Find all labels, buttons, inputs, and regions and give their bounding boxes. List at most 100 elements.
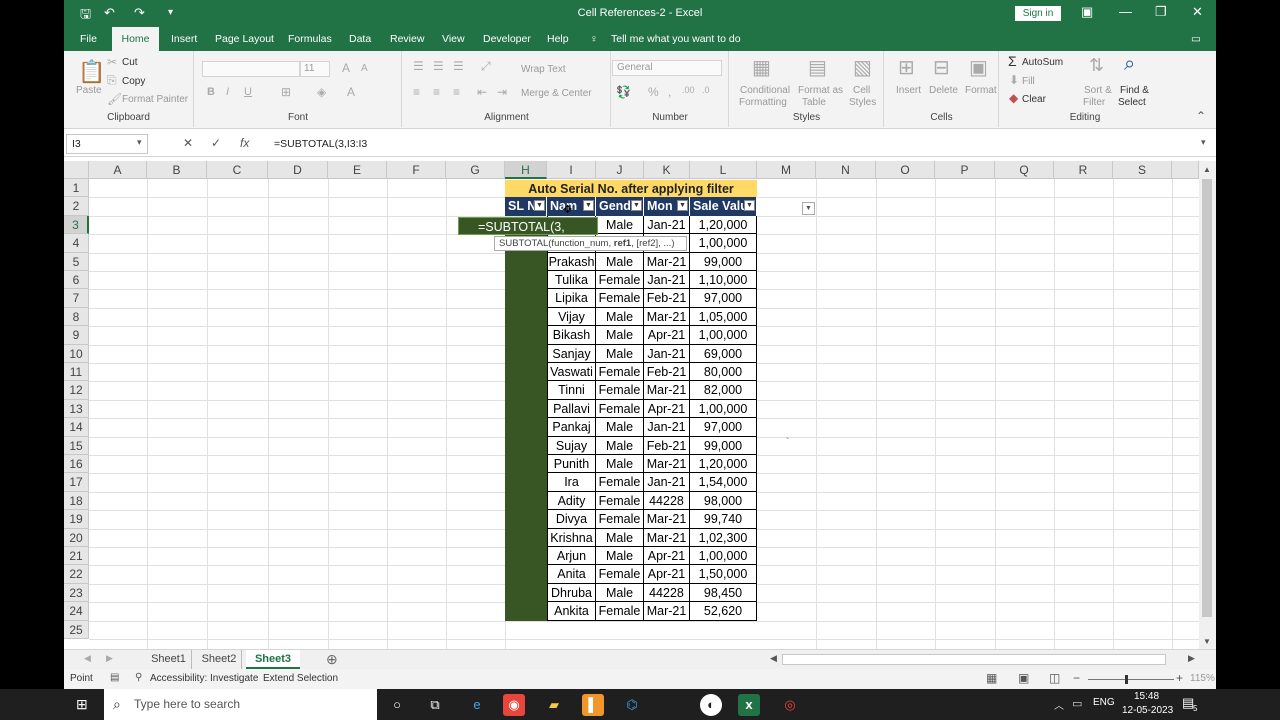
zoom-slider-thumb[interactable]	[1125, 675, 1128, 684]
table-cell[interactable]: 99,000	[690, 436, 757, 455]
row-header[interactable]: 2	[64, 197, 89, 216]
conditional-formatting-button-l1[interactable]: Conditional	[740, 85, 790, 96]
normal-view-icon[interactable]: ▦	[986, 671, 997, 685]
cell-styles-icon[interactable]: ▧	[853, 55, 872, 80]
table-cell[interactable]: Feb-21	[644, 363, 690, 382]
italic-icon[interactable]: I	[226, 86, 229, 98]
row-header[interactable]: 18	[64, 491, 89, 511]
conditional-formatting-button-l2[interactable]: Formatting	[739, 97, 787, 108]
table-cell[interactable]: Mar-21	[644, 602, 690, 621]
name-box-dropdown-icon[interactable]: ▾	[137, 137, 142, 148]
table-cell[interactable]: Ira	[547, 473, 596, 492]
sheet-tab-sheet2[interactable]: Sheet2	[197, 650, 242, 669]
insert-cells-icon[interactable]: ⊞	[898, 55, 915, 80]
percent-icon[interactable]: %	[648, 85, 659, 99]
find-select-l1[interactable]: Find &	[1120, 85, 1149, 96]
tab-help[interactable]: Help	[547, 33, 569, 45]
header-sl-no[interactable]: SL N ▼	[505, 197, 547, 216]
table-cell[interactable]: Tulika	[547, 271, 596, 290]
table-cell[interactable]: 97,000	[690, 418, 757, 437]
format-as-table-l2[interactable]: Table	[802, 97, 826, 108]
expand-formula-bar-icon[interactable]: ▾	[1201, 137, 1206, 148]
row-header[interactable]: 17	[64, 473, 89, 492]
increase-decimal-icon[interactable]: .00	[682, 85, 695, 95]
format-as-table-l1[interactable]: Format as	[798, 85, 843, 96]
row-header[interactable]: 8	[64, 307, 89, 327]
table-cell[interactable]: 98,450	[690, 583, 757, 603]
table-cell[interactable]: 1,50,000	[690, 565, 757, 584]
merge-center-button[interactable]: Merge & Center	[521, 88, 592, 99]
table-cell[interactable]: Mar-21	[644, 528, 690, 547]
tab-formulas[interactable]: Formulas	[288, 33, 332, 45]
clear-button[interactable]: Clear	[1022, 94, 1046, 105]
app-icon[interactable]: ▌	[582, 694, 604, 716]
page-break-view-icon[interactable]: ◫	[1049, 671, 1060, 685]
row-header[interactable]: 4	[64, 234, 89, 253]
table-cell[interactable]: Female	[596, 473, 644, 492]
table-cell[interactable]: Punith	[547, 455, 596, 474]
col-header-i[interactable]: I	[547, 161, 596, 179]
tell-me-search[interactable]: Tell me what you want to do	[611, 33, 741, 45]
header-month[interactable]: Mon ▼	[644, 197, 690, 216]
edge-icon[interactable]: e	[466, 694, 488, 716]
tab-view[interactable]: View	[442, 33, 465, 45]
table-cell[interactable]: Feb-21	[644, 436, 690, 455]
row-header[interactable]: 24	[64, 602, 89, 621]
zoom-level[interactable]: 115%	[1190, 673, 1215, 684]
col-header-c[interactable]: C	[207, 161, 268, 179]
currency-icon[interactable]: 💱	[616, 85, 631, 99]
col-header-s[interactable]: S	[1113, 161, 1172, 179]
zoom-in-icon[interactable]: +	[1176, 671, 1183, 685]
row-header[interactable]: 19	[64, 510, 89, 529]
filter-dropdown-icon[interactable]: ▼	[534, 200, 545, 212]
table-cell[interactable]: 1,00,000	[690, 326, 757, 345]
table-cell[interactable]: Jan-21	[644, 473, 690, 492]
clock-time[interactable]: 15:48	[1134, 691, 1159, 702]
row-header[interactable]: 11	[64, 363, 89, 382]
wrap-text-button[interactable]: Wrap Text	[521, 64, 566, 75]
row-header[interactable]: 9	[64, 326, 89, 345]
table-cell[interactable]: Male	[596, 436, 644, 455]
table-cell[interactable]: Prakash	[547, 252, 596, 271]
vertical-scroll-thumb[interactable]	[1202, 179, 1212, 617]
in-cell-editor[interactable]: =SUBTOTAL(3,	[458, 217, 598, 235]
windows-start-icon[interactable]: ⊞	[76, 696, 88, 713]
name-box[interactable]: I3	[66, 134, 148, 154]
filter-dropdown-icon[interactable]: ▼	[677, 200, 688, 212]
prev-sheet-icon[interactable]: ◀	[84, 653, 91, 664]
ribbon-display-icon[interactable]: ▣	[1081, 4, 1093, 20]
table-cell[interactable]: 1,20,000	[690, 215, 757, 235]
tab-page-layout[interactable]: Page Layout	[215, 33, 274, 45]
row-header[interactable]: 22	[64, 565, 89, 584]
table-cell[interactable]: Sanjay	[547, 344, 596, 363]
table-cell[interactable]: 1,05,000	[690, 307, 757, 327]
zoom-slider[interactable]	[1088, 679, 1174, 680]
font-size-box[interactable]: 11	[300, 61, 330, 77]
accessibility-status[interactable]: Accessibility: Investigate	[150, 673, 258, 684]
chrome-icon[interactable]: ◉	[503, 694, 525, 716]
comma-icon[interactable]: ,	[668, 85, 671, 99]
comments-icon[interactable]: ▭	[1191, 33, 1201, 45]
table-cell[interactable]: 44228	[644, 491, 690, 511]
format-as-table-icon[interactable]: ▤	[808, 55, 827, 80]
table-cell[interactable]: Sujay	[547, 436, 596, 455]
header-gender[interactable]: Gend ▼	[596, 197, 644, 216]
table-cell[interactable]: 1,00,000	[690, 234, 757, 253]
center-icon[interactable]: ≡	[433, 85, 440, 99]
table-cell[interactable]: Apr-21	[644, 326, 690, 345]
table-cell[interactable]: Bikash	[547, 326, 596, 345]
recorder-icon[interactable]: ◎	[779, 694, 801, 716]
table-cell[interactable]: Male	[596, 528, 644, 547]
borders-icon[interactable]: ⊞	[281, 85, 291, 99]
collapse-ribbon-icon[interactable]: ⌃	[1196, 109, 1206, 123]
sort-filter-l1[interactable]: Sort &	[1084, 85, 1112, 96]
conditional-formatting-icon[interactable]: ▦	[752, 55, 771, 80]
sheet-tab-sheet1[interactable]: Sheet1	[146, 650, 192, 669]
table-cell[interactable]: 1,00,000	[690, 399, 757, 419]
delete-cells-icon[interactable]: ⊟	[933, 55, 950, 80]
next-sheet-icon[interactable]: ▶	[106, 653, 113, 664]
tray-chevron-icon[interactable]: ︿	[1054, 697, 1064, 712]
file-explorer-icon[interactable]: ▰	[543, 694, 565, 716]
col-header-o[interactable]: O	[876, 161, 935, 179]
table-cell[interactable]: Anita	[547, 565, 596, 584]
